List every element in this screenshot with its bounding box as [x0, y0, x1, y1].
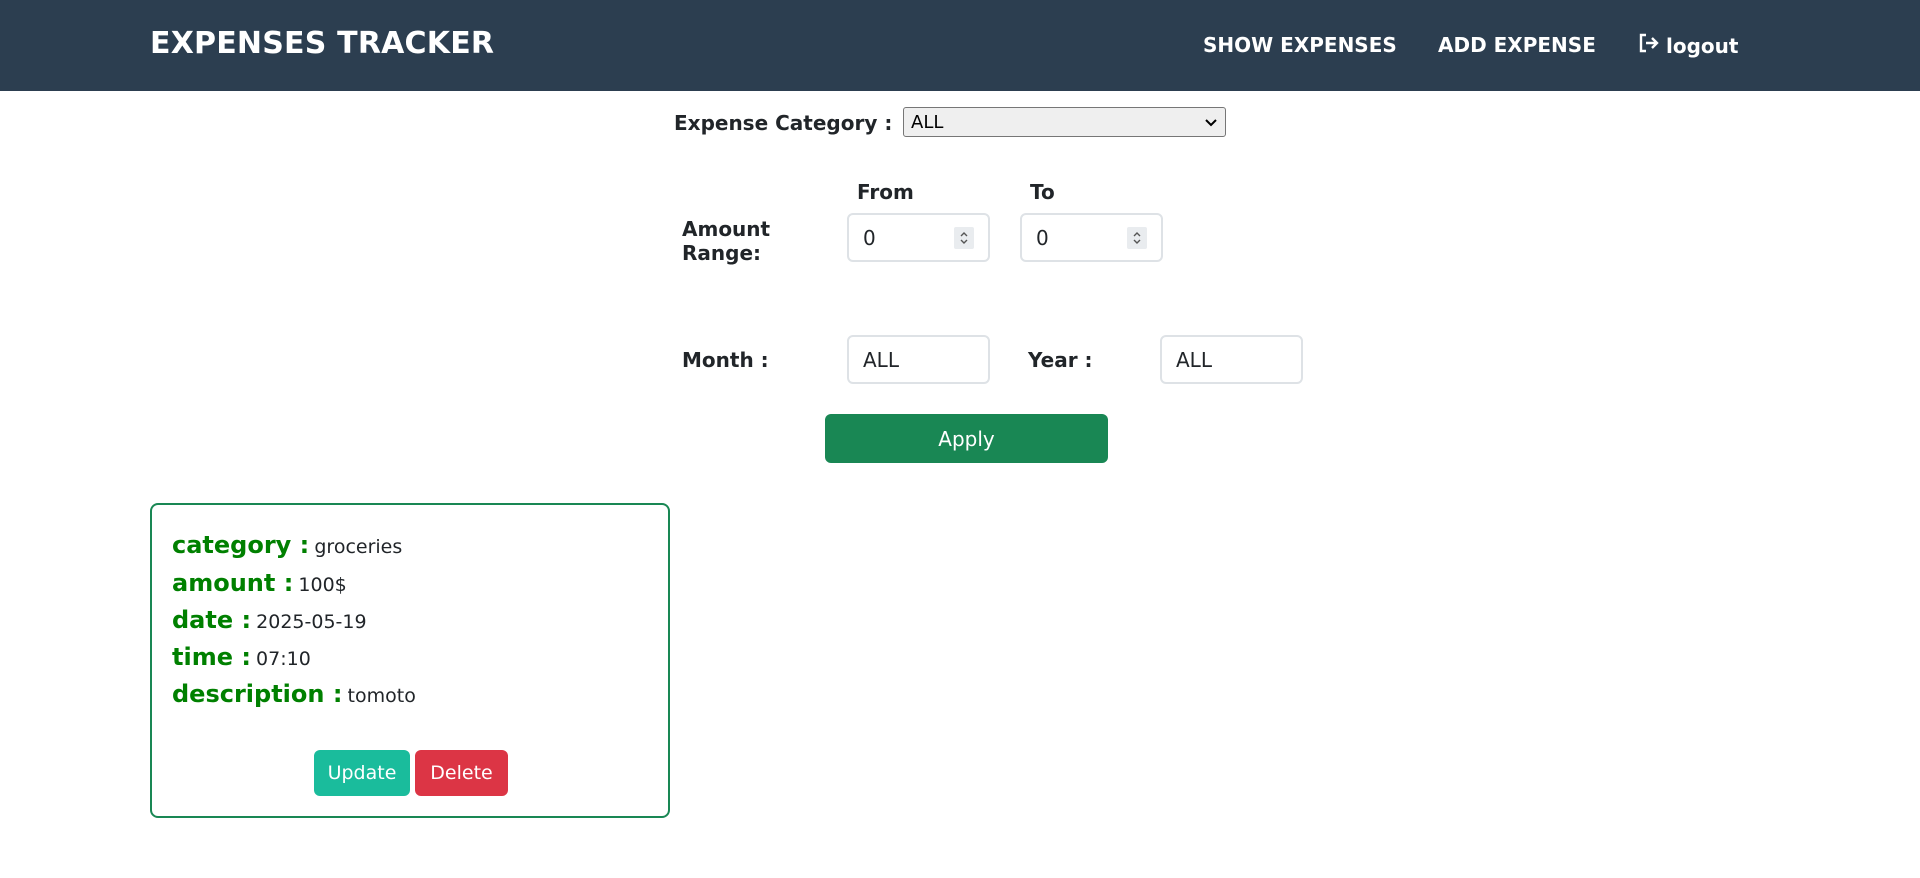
year-value: ALL — [1176, 347, 1212, 372]
time-value: 07:10 — [256, 648, 311, 670]
amount-range-label: Amount Range: — [682, 217, 771, 265]
month-value: ALL — [863, 347, 899, 372]
spinner-icon[interactable] — [1127, 226, 1147, 249]
to-label: To — [1030, 180, 1055, 204]
description-value: tomoto — [347, 685, 416, 707]
delete-button[interactable]: Delete — [415, 750, 508, 796]
category-selected-value: ALL — [911, 111, 944, 133]
expense-amount-row: amount : 100$ — [172, 569, 347, 597]
amount-key: amount : — [172, 569, 294, 597]
amount-to-input[interactable]: 0 — [1020, 213, 1163, 262]
month-input[interactable]: ALL — [847, 335, 990, 384]
expense-card: category : groceries amount : 100$ date … — [150, 503, 670, 818]
amount-from-input[interactable]: 0 — [847, 213, 990, 262]
expense-description-row: description : tomoto — [172, 680, 416, 708]
spinner-icon[interactable] — [954, 226, 974, 249]
category-label: Expense Category : — [674, 111, 893, 135]
update-button[interactable]: Update — [314, 750, 410, 796]
logout-label: logout — [1666, 33, 1739, 58]
month-label: Month : — [682, 348, 769, 372]
nav-show-expenses[interactable]: SHOW EXPENSES — [1203, 33, 1397, 57]
category-value: groceries — [314, 536, 403, 558]
nav-add-expense[interactable]: ADD EXPENSE — [1438, 33, 1596, 57]
amount-from-value: 0 — [863, 225, 876, 250]
navbar: EXPENSES TRACKER SHOW EXPENSES ADD EXPEN… — [0, 0, 1920, 91]
amount-value: 100$ — [298, 574, 347, 596]
amount-to-value: 0 — [1036, 225, 1049, 250]
category-select[interactable]: ALL — [903, 107, 1226, 137]
description-key: description : — [172, 680, 343, 708]
brand-title[interactable]: EXPENSES TRACKER — [150, 26, 494, 61]
logout-button[interactable]: logout — [1638, 33, 1738, 58]
date-value: 2025-05-19 — [256, 611, 367, 633]
logout-icon — [1638, 33, 1660, 58]
date-key: date : — [172, 606, 252, 634]
chevron-down-icon — [1204, 112, 1218, 133]
from-label: From — [857, 180, 914, 204]
expense-time-row: time : 07:10 — [172, 643, 311, 671]
expense-date-row: date : 2025-05-19 — [172, 606, 367, 634]
expense-category-row: category : groceries — [172, 531, 402, 559]
time-key: time : — [172, 643, 251, 671]
category-key: category : — [172, 531, 310, 559]
year-label: Year : — [1028, 348, 1093, 372]
year-input[interactable]: ALL — [1160, 335, 1303, 384]
apply-button[interactable]: Apply — [825, 414, 1108, 463]
